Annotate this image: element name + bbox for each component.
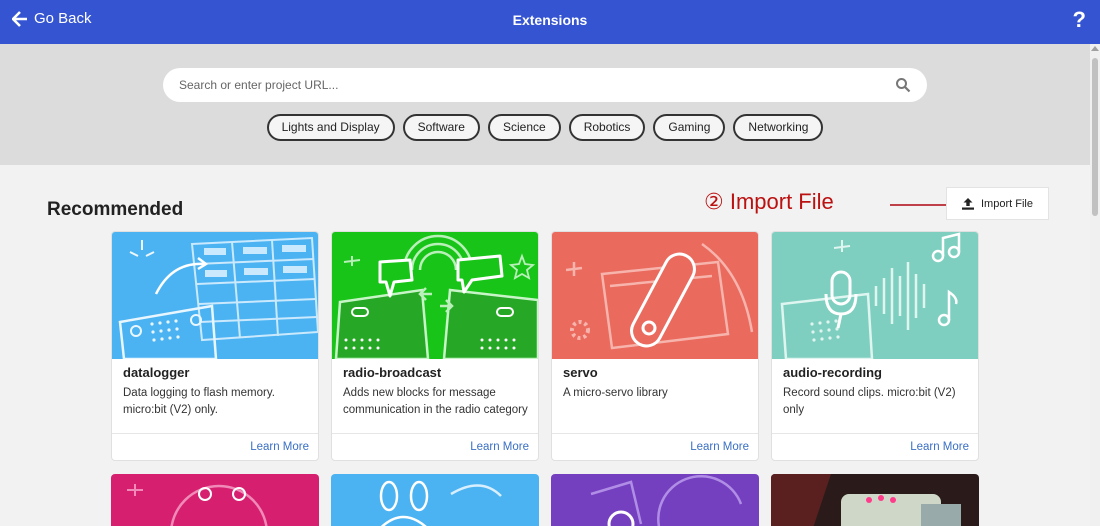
datalogger-illustration bbox=[112, 232, 318, 359]
audio-recording-illustration bbox=[772, 232, 978, 359]
card-footer: Learn More bbox=[332, 433, 538, 460]
page-title: Extensions bbox=[512, 12, 588, 28]
vertical-scrollbar[interactable] bbox=[1090, 44, 1100, 526]
card-description: Data logging to flash memory. micro:bit … bbox=[123, 387, 275, 416]
help-button[interactable]: ? bbox=[1073, 7, 1086, 33]
extension-card-radio-broadcast[interactable]: radio-broadcast Adds new blocks for mess… bbox=[331, 231, 539, 461]
card-name: audio-recording bbox=[783, 365, 882, 380]
annotation-pointer-line bbox=[890, 204, 946, 206]
extension-card-datalogger[interactable]: Works with micro:bit V2 only datalogger Da… bbox=[111, 231, 319, 461]
category-lights-and-display[interactable]: Lights and Display bbox=[266, 114, 395, 141]
category-networking[interactable]: Networking bbox=[733, 114, 824, 141]
card-name: radio-broadcast bbox=[343, 365, 442, 380]
category-chips: Lights and Display Software Science Robo… bbox=[0, 114, 1090, 141]
import-file-button[interactable]: Import File bbox=[946, 187, 1049, 220]
annotation-text: ② Import File bbox=[704, 189, 834, 214]
search-section: Lights and Display Software Science Robo… bbox=[0, 44, 1090, 165]
scrollbar-thumb[interactable] bbox=[1092, 58, 1098, 216]
category-gaming[interactable]: Gaming bbox=[653, 114, 726, 141]
learn-more-link[interactable]: Learn More bbox=[690, 441, 749, 453]
card-description: A micro-servo library bbox=[563, 387, 668, 399]
category-software[interactable]: Software bbox=[402, 114, 480, 141]
extensions-content: Recommended ② Import File Import File Wo… bbox=[0, 165, 1090, 526]
extension-card-audio-recording[interactable]: Works with micro:bit V2 only audio-recordi… bbox=[771, 231, 979, 461]
partial-card-illustration bbox=[551, 474, 759, 526]
extension-card-servo[interactable]: servo A micro-servo library Learn More bbox=[551, 231, 759, 461]
partial-card-photo bbox=[771, 474, 979, 526]
extension-card-partial[interactable] bbox=[111, 474, 319, 526]
radio-broadcast-illustration bbox=[332, 232, 538, 359]
search-box bbox=[163, 68, 927, 102]
card-footer: Learn More bbox=[112, 433, 318, 460]
top-bar: Go Back Extensions ? bbox=[0, 0, 1100, 44]
partial-card-illustration bbox=[111, 474, 319, 526]
extension-card-partial[interactable] bbox=[331, 474, 539, 526]
import-file-annotation: ② Import File bbox=[704, 189, 946, 215]
learn-more-link[interactable]: Learn More bbox=[910, 441, 969, 453]
import-file-label: Import File bbox=[981, 197, 1033, 210]
extension-card-partial[interactable] bbox=[771, 474, 979, 526]
card-name: servo bbox=[563, 365, 598, 380]
scroll-up-arrow-icon[interactable] bbox=[1091, 46, 1099, 51]
card-footer: Learn More bbox=[772, 433, 978, 460]
learn-more-link[interactable]: Learn More bbox=[470, 441, 529, 453]
category-robotics[interactable]: Robotics bbox=[568, 114, 646, 141]
upload-icon bbox=[962, 197, 974, 210]
category-science[interactable]: Science bbox=[487, 114, 561, 141]
card-description: Adds new blocks for message communicatio… bbox=[343, 387, 528, 416]
search-input[interactable] bbox=[179, 76, 879, 94]
search-icon[interactable] bbox=[895, 77, 911, 93]
card-footer: Learn More bbox=[552, 433, 758, 460]
learn-more-link[interactable]: Learn More bbox=[250, 441, 309, 453]
card-description: Record sound clips. micro:bit (V2) only bbox=[783, 387, 956, 416]
partial-card-illustration bbox=[331, 474, 539, 526]
card-name: datalogger bbox=[123, 365, 190, 380]
extension-card-partial[interactable] bbox=[551, 474, 759, 526]
section-title: Recommended bbox=[47, 199, 184, 220]
servo-illustration bbox=[552, 232, 758, 359]
